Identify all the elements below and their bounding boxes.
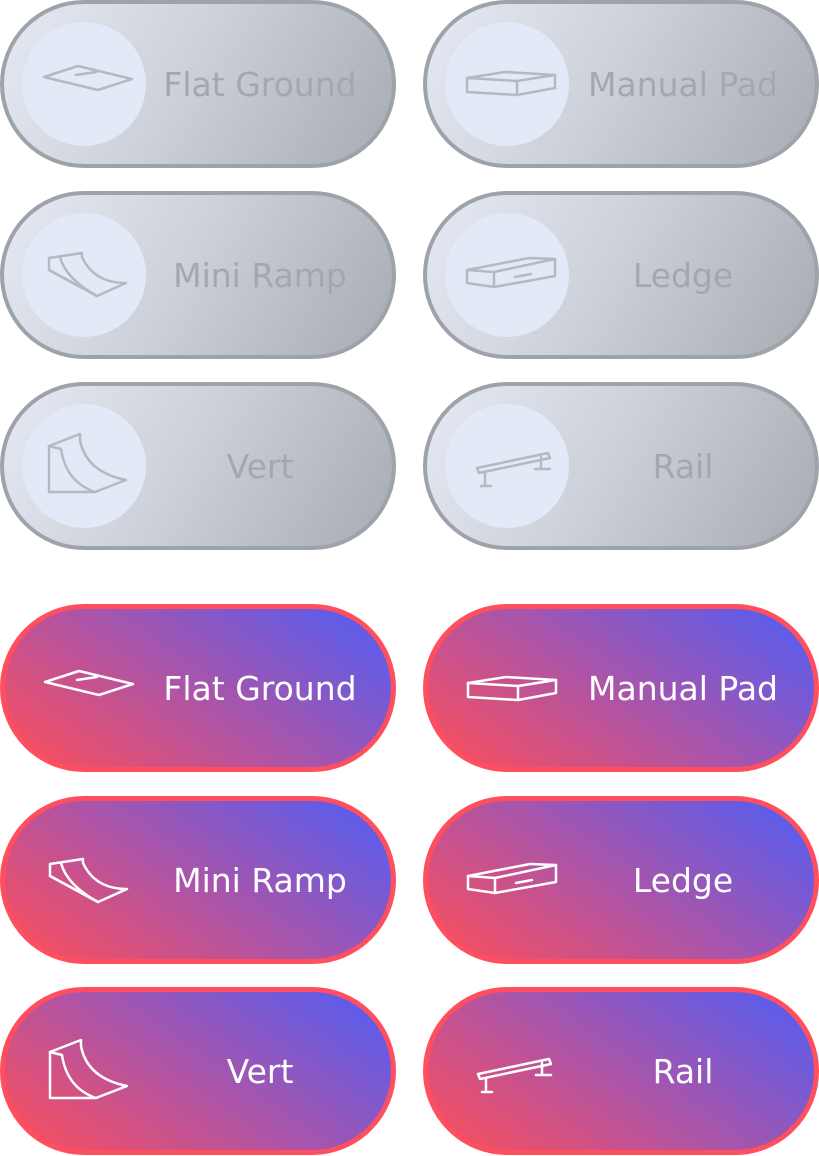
ledge-icon: [446, 819, 570, 943]
rail-icon: [446, 1010, 570, 1134]
mini-ramp-icon: [22, 213, 146, 337]
rail-button-active[interactable]: Rail: [423, 987, 819, 1155]
button-label: Rail: [652, 446, 714, 486]
mini-ramp-button-inactive[interactable]: Mini Ramp: [0, 191, 396, 359]
ledge-icon: [445, 213, 569, 337]
button-label: Ledge: [632, 860, 734, 900]
mini-ramp-button-active[interactable]: Mini Ramp: [0, 796, 396, 964]
vert-icon: [22, 404, 146, 528]
vert-icon: [23, 1010, 147, 1134]
flat-ground-button-inactive[interactable]: Flat Ground: [0, 0, 396, 168]
manual-pad-icon: [446, 627, 570, 751]
manual-pad-button-active[interactable]: Manual Pad: [423, 604, 819, 772]
ledge-button-active[interactable]: Ledge: [423, 796, 819, 964]
button-label: Flat Ground: [163, 64, 357, 104]
button-label: Vert: [226, 1051, 294, 1091]
manual-pad-button-inactive[interactable]: Manual Pad: [423, 0, 819, 168]
button-label: Vert: [226, 446, 294, 486]
button-label: Rail: [652, 1051, 714, 1091]
vert-button-active[interactable]: Vert: [0, 987, 396, 1155]
flat-ground-button-active[interactable]: Flat Ground: [0, 604, 396, 772]
button-label: Manual Pad: [588, 64, 778, 104]
flat-ground-icon: [22, 22, 146, 146]
button-label: Ledge: [632, 255, 734, 295]
button-label: Mini Ramp: [173, 255, 347, 295]
flat-ground-icon: [23, 627, 147, 751]
mini-ramp-icon: [23, 819, 147, 943]
rail-icon: [445, 404, 569, 528]
button-label: Manual Pad: [588, 668, 778, 708]
rail-button-inactive[interactable]: Rail: [423, 382, 819, 550]
button-label: Flat Ground: [163, 668, 357, 708]
vert-button-inactive[interactable]: Vert: [0, 382, 396, 550]
ledge-button-inactive[interactable]: Ledge: [423, 191, 819, 359]
manual-pad-icon: [445, 22, 569, 146]
button-label: Mini Ramp: [173, 860, 347, 900]
